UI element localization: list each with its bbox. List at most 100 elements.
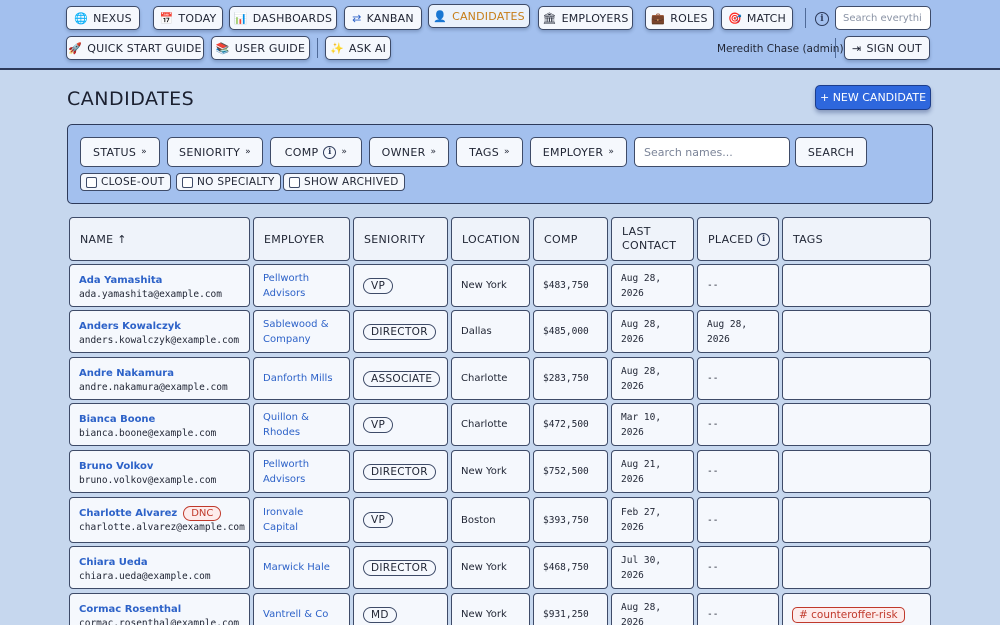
employer-link[interactable]: Ironvale Capital xyxy=(263,505,340,535)
checkbox-box[interactable] xyxy=(182,176,193,188)
candidate-name-link[interactable]: Anders Kowalczyk xyxy=(79,321,181,332)
tag-chip[interactable]: # counteroffer-risk xyxy=(792,606,905,623)
column-header-label: LOCATION xyxy=(462,232,520,246)
column-header-label: COMP xyxy=(544,232,578,246)
books-icon: 📚 xyxy=(215,41,230,55)
employer-link[interactable]: Pellworth Advisors xyxy=(263,457,340,487)
search-button[interactable]: SEARCH xyxy=(795,137,867,167)
column-header-label: NAME ↑ xyxy=(80,232,127,246)
sparkles-icon: ✨ xyxy=(329,41,344,55)
employer-link[interactable]: Marwick Hale xyxy=(263,560,330,575)
nav-match[interactable]: 🎯 MATCH xyxy=(721,6,793,30)
nav-nexus[interactable]: 🌐 NEXUS xyxy=(66,6,140,30)
rocket-icon: 🚀 xyxy=(68,41,83,55)
employer-link[interactable]: Pellworth Advisors xyxy=(263,271,340,301)
show-archived-checkbox[interactable]: SHOW ARCHIVED xyxy=(283,173,405,191)
column-header-label: TAGS xyxy=(793,232,823,246)
global-search-input[interactable]: Search everythi xyxy=(835,6,931,30)
nav-roles[interactable]: 💼 ROLES xyxy=(645,6,714,30)
nav-kanban[interactable]: ⇄ KANBAN xyxy=(344,6,422,30)
placed-date: -- xyxy=(707,373,719,384)
column-header-location[interactable]: LOCATION xyxy=(451,217,530,261)
table-cell-employer: Sablewood & Company xyxy=(253,310,350,353)
chevron-down-icon: » xyxy=(504,147,510,157)
column-header-label: LAST CONTACT xyxy=(622,225,677,252)
column-header-last-contact[interactable]: LAST CONTACT xyxy=(611,217,694,261)
nav-user-guide[interactable]: 📚 USER GUIDE xyxy=(211,36,310,60)
table-cell-employer: Marwick Hale xyxy=(253,546,350,589)
nav-roles-label: ROLES xyxy=(670,11,708,25)
checkbox-box[interactable] xyxy=(289,176,300,188)
employer-link[interactable]: Vantrell & Co xyxy=(263,607,328,622)
target-icon: 🎯 xyxy=(727,11,742,25)
nav-ask-ai[interactable]: ✨ ASK AI xyxy=(325,36,391,60)
column-header-name[interactable]: NAME ↑ xyxy=(69,217,250,261)
nav-employers[interactable]: 🏛 EMPLOYERS xyxy=(538,6,633,30)
info-icon: i xyxy=(757,232,771,246)
page-title: CANDIDATES xyxy=(67,88,195,110)
table-cell-name: Cormac Rosenthal cormac.rosenthal@example… xyxy=(69,593,250,625)
employer-link[interactable]: Quillon & Rhodes xyxy=(263,410,340,440)
seniority-badge: DIRECTOR xyxy=(363,463,436,480)
column-header-placed[interactable]: PLACED i xyxy=(697,217,779,261)
candidate-name-link[interactable]: Andre Nakamura xyxy=(79,368,174,379)
candidate-name-row: Charlotte Alvarez DNC xyxy=(79,505,240,521)
candidate-name-link[interactable]: Charlotte Alvarez xyxy=(79,508,177,519)
table-cell-tags xyxy=(782,264,931,307)
candidate-name-link[interactable]: Chiara Ueda xyxy=(79,557,148,568)
candidate-name-row: Cormac Rosenthal xyxy=(79,602,240,616)
employer-link[interactable]: Danforth Mills xyxy=(263,371,333,386)
employer-link[interactable]: Sablewood & Company xyxy=(263,317,340,347)
table-cell-tags xyxy=(782,450,931,493)
nav-quick-start-guide[interactable]: 🚀 QUICK START GUIDE xyxy=(66,36,204,60)
candidate-name-link[interactable]: Bianca Boone xyxy=(79,414,155,425)
current-user-label: Meredith Chase (admin) xyxy=(717,43,844,55)
candidate-name-row: Bruno Volkov xyxy=(79,459,240,473)
table-cell-last-contact: Jul 30, 2026 xyxy=(611,546,694,589)
table-cell-employer: Pellworth Advisors xyxy=(253,450,350,493)
column-header-tags[interactable]: TAGS xyxy=(782,217,931,261)
candidate-name-row: Bianca Boone xyxy=(79,412,240,426)
filter-owner-button[interactable]: OWNER » xyxy=(369,137,449,167)
filter-comp-button[interactable]: COMP i » xyxy=(270,137,362,167)
table-cell-tags xyxy=(782,403,931,446)
table-cell-last-contact: Aug 28, 2026 xyxy=(611,264,694,307)
column-header-employer[interactable]: EMPLOYER xyxy=(253,217,350,261)
close-out-checkbox[interactable]: CLOSE-OUT xyxy=(80,173,171,191)
filter-employer-button[interactable]: EMPLOYER » xyxy=(530,137,627,167)
seniority-badge: VP xyxy=(363,277,394,294)
placed-date: -- xyxy=(707,514,719,526)
checkbox-box[interactable] xyxy=(86,176,97,188)
candidate-name-link[interactable]: Cormac Rosenthal xyxy=(79,604,181,615)
info-icon[interactable]: i xyxy=(815,12,829,26)
seniority-badge: ASSOCIATE xyxy=(363,370,441,387)
sign-out-button[interactable]: ⇥ SIGN OUT xyxy=(844,36,930,60)
new-candidate-button[interactable]: + NEW CANDIDATE xyxy=(815,85,931,110)
candidate-name-link[interactable]: Bruno Volkov xyxy=(79,461,153,472)
filter-seniority-button[interactable]: SENIORITY » xyxy=(167,137,263,167)
table-cell-name: Chiara Ueda chiara.ueda@example.com xyxy=(69,546,250,589)
last-contact-date: Aug 28, 2026 xyxy=(621,601,662,625)
placed-date: -- xyxy=(707,562,719,573)
nav-user-guide-label: USER GUIDE xyxy=(234,41,306,55)
column-header-seniority[interactable]: SENIORITY xyxy=(353,217,448,261)
name-search-input[interactable]: Search names... xyxy=(634,137,790,167)
candidate-email: andre.nakamura@example.com xyxy=(79,382,228,393)
filter-tags-button[interactable]: TAGS » xyxy=(456,137,523,167)
candidate-name-link[interactable]: Ada Yamashita xyxy=(79,275,162,286)
column-header-comp[interactable]: COMP xyxy=(533,217,608,261)
placed-date: -- xyxy=(707,280,719,291)
nav-dashboards[interactable]: 📊 DASHBOARDS xyxy=(229,6,337,30)
filter-status-button[interactable]: STATUS » xyxy=(80,137,160,167)
nav-candidates[interactable]: 👤 CANDIDATES xyxy=(428,4,530,28)
checkbox-label: CLOSE-OUT xyxy=(101,176,165,188)
nav-kanban-label: KANBAN xyxy=(366,11,414,25)
candidate-email: charlotte.alvarez@example.com xyxy=(79,522,245,533)
placed-date: -- xyxy=(707,466,719,477)
bank-building-icon: 🏛 xyxy=(542,11,557,25)
nav-employers-label: EMPLOYERS xyxy=(561,11,629,25)
no-specialty-checkbox[interactable]: NO SPECIALTY xyxy=(176,173,281,191)
nav-today[interactable]: 📅 TODAY xyxy=(153,6,223,30)
candidate-email: cormac.rosenthal@example.com xyxy=(79,618,240,625)
filter-comp-label: COMP xyxy=(284,145,319,159)
